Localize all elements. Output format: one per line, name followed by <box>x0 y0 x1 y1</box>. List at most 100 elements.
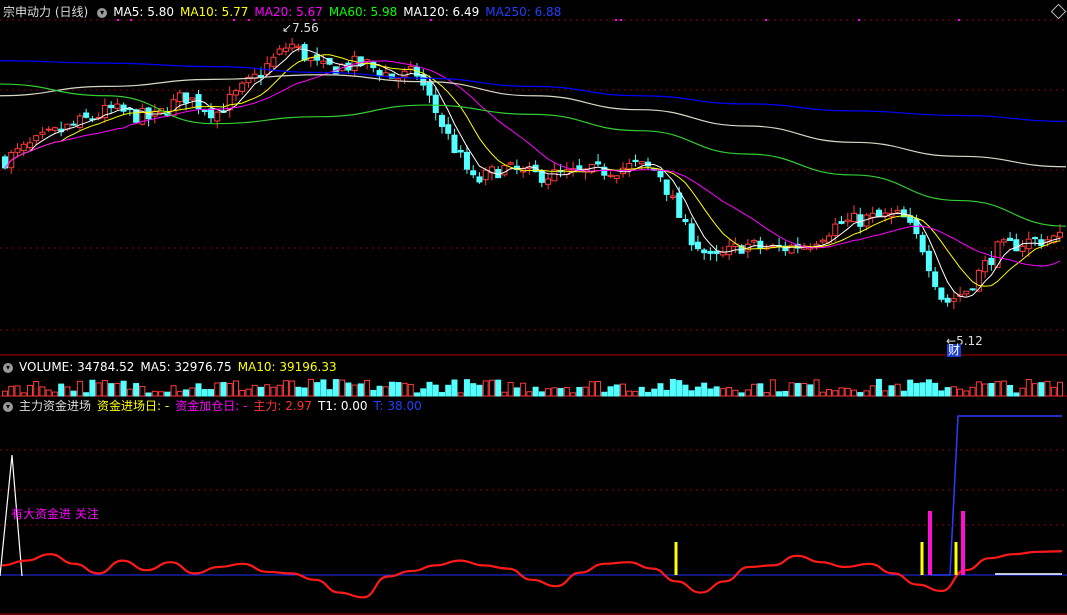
candle-body <box>183 92 190 104</box>
volume-bar <box>938 390 945 397</box>
volume-bar <box>545 388 552 397</box>
candle-body <box>751 239 758 243</box>
volume-bar <box>120 380 127 397</box>
volume-bar <box>626 390 633 397</box>
volume-bar <box>463 379 470 397</box>
candle-body <box>1000 239 1007 243</box>
volume-bar <box>20 392 27 397</box>
candle-body <box>932 271 939 288</box>
volume-bar <box>476 384 483 397</box>
candle-body <box>83 112 90 118</box>
fund-entry-bar <box>954 542 958 575</box>
volume-bar <box>794 382 801 397</box>
volume-bar <box>282 380 289 397</box>
candle-body <box>45 128 52 131</box>
volume-bar <box>557 388 564 397</box>
volume-bar <box>882 390 889 397</box>
candle-body <box>176 92 183 103</box>
candle-body <box>257 74 264 78</box>
volume-bar <box>632 390 639 397</box>
volume-bar <box>170 385 177 397</box>
candle-body <box>657 170 664 178</box>
volume-bar <box>176 390 183 397</box>
candle-body <box>1057 231 1063 238</box>
expand-icon[interactable]: ▾ <box>3 362 13 373</box>
volume-bar <box>913 383 920 397</box>
volume-bar <box>844 387 851 397</box>
candle-body <box>507 162 514 165</box>
volume-bar <box>888 385 895 397</box>
candle-body <box>713 250 720 254</box>
volume-bar <box>64 386 71 397</box>
candle-body <box>875 209 882 217</box>
volume-bar <box>807 384 814 397</box>
volume-bar <box>651 388 658 397</box>
signal-dot <box>765 19 767 21</box>
volume-bar <box>8 385 15 397</box>
volume-bar <box>907 379 914 397</box>
volume-bar <box>513 387 520 397</box>
volume-bar <box>351 384 358 397</box>
volume-bar <box>982 383 989 397</box>
expand-icon[interactable]: ▾ <box>3 401 13 412</box>
candle-body <box>120 104 127 112</box>
candle-body <box>607 174 614 177</box>
expand-icon[interactable]: ▾ <box>97 7 108 18</box>
candle-body <box>20 143 27 152</box>
volume-bar <box>1000 380 1007 397</box>
candle-body <box>757 240 764 249</box>
volume-bar <box>801 382 808 397</box>
volume-bar <box>1057 381 1063 397</box>
indicator-title: 主力资金进场 <box>19 399 92 413</box>
volume-bar <box>1007 384 1014 397</box>
volume-bar <box>89 379 96 397</box>
volume-bar <box>257 386 264 397</box>
fund-entry-bar <box>920 542 924 575</box>
volume-bar <box>532 386 539 397</box>
volume-bar <box>208 389 215 397</box>
indicator-panel-header: ▾ 主力资金进场 资金进场日: - 资金加仓日: - 主力: 2.97 T1: 0.00 T… <box>0 397 434 415</box>
volume-bar <box>214 382 221 397</box>
volume-bar <box>963 390 970 397</box>
candle-body <box>201 110 208 113</box>
volume-bar <box>426 381 433 397</box>
volume-bar <box>857 392 864 397</box>
volume-bar <box>276 384 283 397</box>
volume-bar <box>826 389 833 397</box>
volume-bar <box>713 386 720 397</box>
candle-body <box>1007 237 1014 242</box>
volume-bar <box>669 378 676 397</box>
volume-bar <box>51 391 58 397</box>
candle-body <box>282 47 289 52</box>
volume-bar <box>488 379 495 397</box>
volume-bar <box>894 383 901 397</box>
volume-indicator-list: VOLUME: 34784.52 MA5: 32976.75 MA10: 39196… <box>19 360 343 374</box>
volume-bar <box>595 381 602 397</box>
candle-body <box>632 159 639 163</box>
volume-panel-header: ▾ VOLUME: 34784.52 MA5: 32976.75 MA10: 3919… <box>0 358 349 376</box>
candle-body <box>838 221 845 224</box>
ma-indicator-3: MA60: 5.98 <box>328 5 398 19</box>
volume-bar <box>220 381 227 397</box>
candle-body <box>457 149 464 153</box>
candle-body <box>1032 237 1039 240</box>
finance-badge[interactable]: 财 <box>947 344 962 357</box>
candle-body <box>276 48 283 55</box>
volume-bar <box>39 386 46 397</box>
candle-body <box>114 103 121 109</box>
volume-bar <box>183 389 190 397</box>
volume-bar <box>819 391 826 397</box>
volume-bar <box>788 382 795 397</box>
ma-indicator-4: MA120: 6.49 <box>403 5 480 19</box>
volume-bar <box>757 383 764 397</box>
signal-dot <box>615 19 617 21</box>
candle-body <box>626 163 633 170</box>
volume-bar <box>925 379 932 397</box>
volume-bar <box>14 385 21 397</box>
volume-bar <box>457 392 464 397</box>
candle-body <box>919 234 926 253</box>
volume-bar <box>414 392 421 397</box>
volume-bar <box>226 382 233 397</box>
volume-bar <box>189 387 196 397</box>
indicator-value-3: T1: 0.00 <box>318 399 368 413</box>
